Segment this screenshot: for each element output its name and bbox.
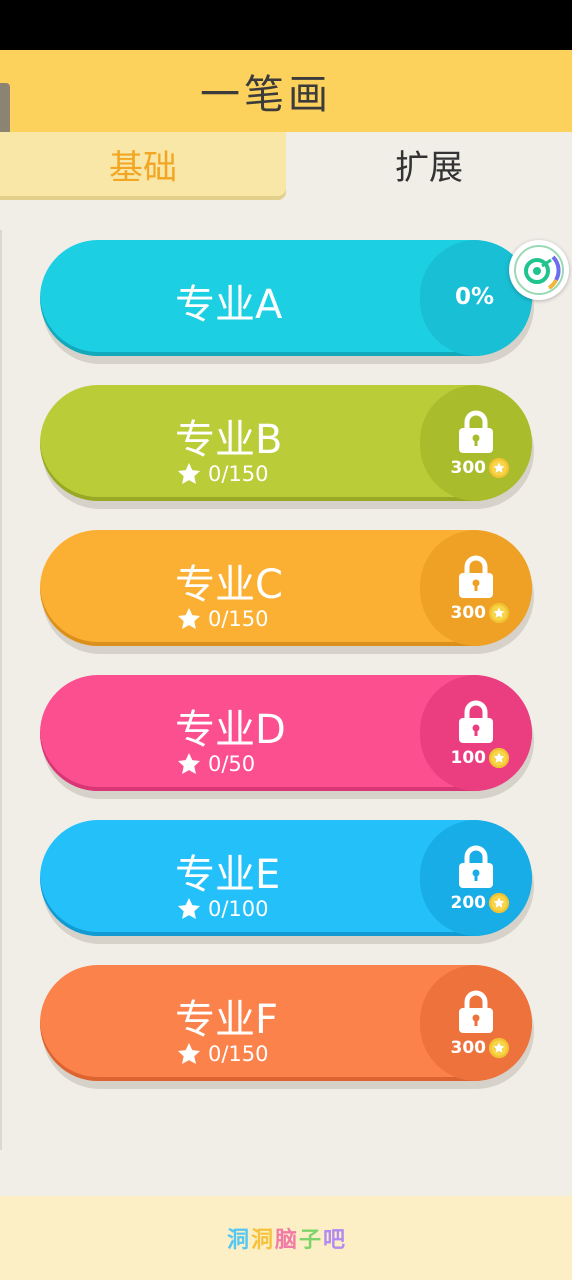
cost-value: 300 — [450, 603, 487, 623]
coin-icon — [488, 747, 510, 769]
footer-banner[interactable]: 洞 洞 脑 子 吧 — [0, 1196, 572, 1280]
level-card-c[interactable]: 专业C 0/150 300 — [40, 530, 534, 654]
brand-char: 脑 — [274, 1228, 297, 1253]
star-progress: 0/50 — [176, 751, 255, 777]
star-count: 0/150 — [208, 462, 269, 486]
level-name: 专业B — [175, 417, 283, 463]
level-name: 专业D — [175, 707, 286, 753]
star-icon — [177, 897, 201, 919]
cost-value: 200 — [450, 893, 487, 913]
lock-icon — [459, 700, 493, 743]
level-card-b[interactable]: 专业B 0/150 300 — [40, 385, 534, 509]
title-bar: 一笔画 — [0, 50, 572, 132]
star-icon — [177, 752, 201, 774]
level-name: 专业A — [175, 282, 283, 328]
level-card-a[interactable]: 专业A 0% — [40, 240, 534, 364]
brand-char: 洞 — [226, 1228, 249, 1253]
lock-icon — [459, 990, 493, 1033]
unlock-cost: 300 — [451, 1037, 511, 1059]
level-card-e[interactable]: 专业E 0/100 200 — [40, 820, 534, 944]
lock-icon — [459, 555, 493, 598]
brand-char: 洞 — [250, 1228, 273, 1253]
level-card-f[interactable]: 专业F 0/150 300 — [40, 965, 534, 1089]
lock-icon — [459, 410, 493, 453]
page-title: 一笔画 — [200, 72, 332, 118]
star-progress: 0/150 — [176, 461, 269, 487]
star-progress: 0/100 — [176, 896, 269, 922]
brand-char: 子 — [299, 1228, 322, 1253]
tab-basic[interactable]: 基础 — [0, 132, 286, 196]
star-count: 0/150 — [208, 1042, 269, 1066]
assistant-badge-icon — [514, 245, 564, 295]
card-body: 专业E 0/100 200 — [40, 820, 532, 936]
status-bar — [0, 0, 572, 50]
tab-extended[interactable]: 扩展 — [286, 132, 572, 196]
level-name: 专业F — [175, 997, 279, 1043]
star-count: 0/50 — [208, 752, 256, 776]
cost-value: 100 — [450, 748, 487, 768]
card-body: 专业C 0/150 300 — [40, 530, 532, 646]
floating-assistant-button[interactable] — [509, 240, 569, 300]
card-body: 专业A 0% — [40, 240, 532, 356]
star-icon — [177, 607, 201, 629]
coin-icon — [488, 892, 510, 914]
left-divider — [0, 230, 2, 1150]
coin-icon — [488, 457, 510, 479]
unlock-cost: 300 — [451, 602, 511, 624]
coin-icon — [488, 1037, 510, 1059]
star-progress: 0/150 — [176, 606, 269, 632]
level-name: 专业C — [175, 562, 283, 608]
cost-value: 300 — [450, 1038, 487, 1058]
brand-char: 吧 — [323, 1228, 346, 1253]
unlock-cost: 100 — [451, 747, 511, 769]
unlock-cost: 300 — [451, 457, 511, 479]
unlock-cost: 200 — [451, 892, 511, 914]
coin-icon — [488, 602, 510, 624]
star-icon — [177, 1042, 201, 1064]
star-icon — [177, 462, 201, 484]
card-body: 专业B 0/150 300 — [40, 385, 532, 501]
star-count: 0/100 — [208, 897, 269, 921]
card-body: 专业F 0/150 300 — [40, 965, 532, 1081]
tab-bar: 基础 扩展 — [0, 132, 572, 200]
card-body: 专业D 0/50 100 — [40, 675, 532, 791]
star-progress: 0/150 — [176, 1041, 269, 1067]
star-count: 0/150 — [208, 607, 269, 631]
progress-percent: 0% — [454, 284, 494, 310]
level-card-d[interactable]: 专业D 0/50 100 — [40, 675, 534, 799]
lock-icon — [459, 845, 493, 888]
cost-value: 300 — [450, 458, 487, 478]
level-name: 专业E — [175, 852, 281, 898]
